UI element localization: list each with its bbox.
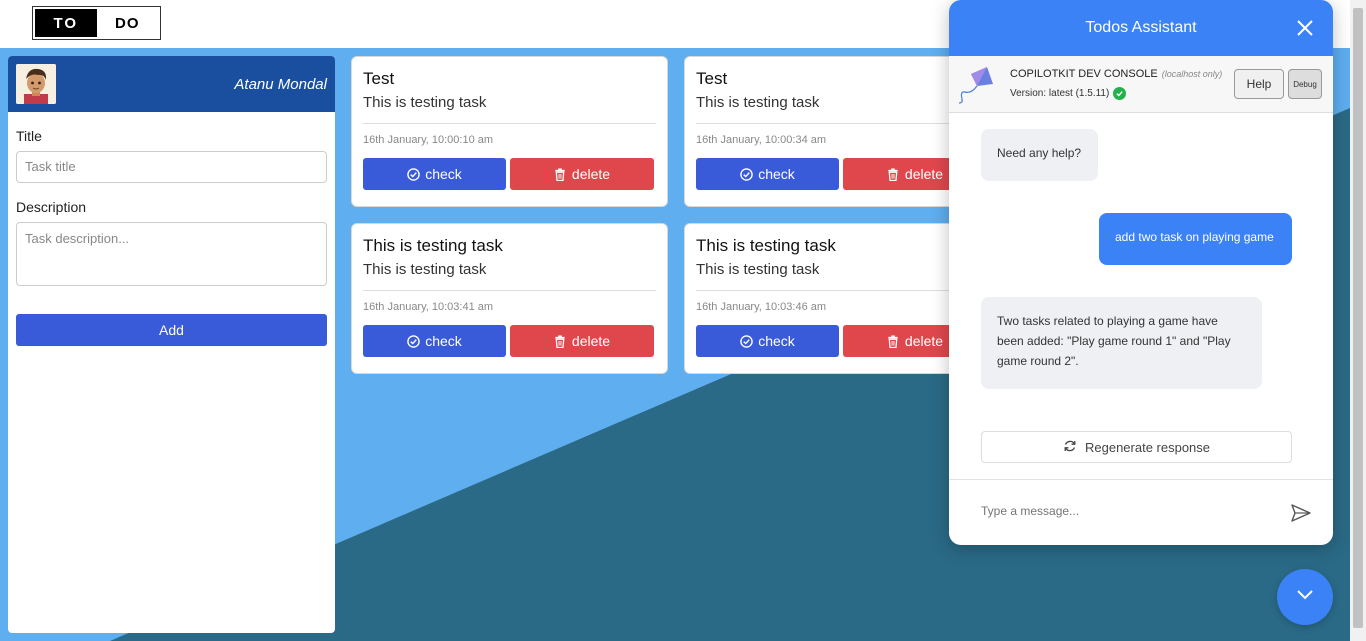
divider [363,123,656,124]
page-scrollbar[interactable] [1350,0,1366,641]
user-message: add two task on playing game [1099,213,1292,265]
trash-icon [887,334,900,348]
debug-button[interactable]: Debug [1288,69,1322,99]
task-title: Test [363,69,395,88]
task-timestamp: 16th January, 10:00:10 am [363,134,494,146]
task-title: This is testing task [363,236,503,255]
title-label: Title [16,128,42,144]
task-timestamp: 16th January, 10:00:34 am [696,134,827,146]
add-task-button[interactable]: Add [16,314,327,346]
task-timestamp: 16th January, 10:03:46 am [696,301,827,313]
check-circle-icon [740,167,753,181]
delete-label: delete [571,333,611,349]
task-card: This is testing task This is testing tas… [351,223,668,374]
chat-header: Todos Assistant [949,0,1333,56]
assistant-message: Two tasks related to playing a game have… [981,297,1262,389]
chat-message-input[interactable] [981,504,1271,518]
check-icon [1113,87,1127,100]
trash-icon [554,334,567,348]
chat-window: Todos Assistant COPILOTKIT DEV CONSOLE (l… [949,0,1333,545]
task-description: This is testing task [363,261,487,278]
refresh-icon [1063,439,1077,456]
task-title: This is testing task [696,236,836,255]
user-header: Atanu Mondal [8,56,335,112]
dev-console-label: COPILOTKIT DEV CONSOLE [1010,68,1158,80]
avatar [16,64,56,104]
dev-console-local: (localhost only) [1161,69,1223,79]
task-card: Test This is testing task 16th January, … [351,56,668,207]
check-label: check [758,166,795,182]
chat-title: Todos Assistant [1085,19,1197,36]
task-form: Title Task title Description Task descri… [8,128,335,346]
logo-to: TO [35,9,97,37]
task-title: Test [696,69,728,88]
help-button[interactable]: Help [1234,69,1284,99]
divider [696,123,989,124]
check-circle-icon [740,334,753,348]
kite-icon [957,64,995,104]
check-button[interactable]: check [363,158,506,190]
task-description: This is testing task [696,94,820,111]
add-task-panel: Atanu Mondal Title Task title Descriptio… [8,56,335,633]
app-logo[interactable]: TO DO [32,6,161,40]
user-name: Atanu Mondal [234,75,327,93]
description-label: Description [16,199,87,215]
delete-label: delete [571,166,611,182]
check-button[interactable]: check [363,325,506,357]
trash-icon [887,167,900,181]
check-button[interactable]: check [696,325,839,357]
divider [363,290,656,291]
chat-toggle-button[interactable] [1277,569,1333,625]
check-circle-icon [407,334,420,348]
task-description: This is testing task [696,261,820,278]
chat-input-bar [949,479,1333,545]
check-label: check [425,333,462,349]
task-title-input[interactable]: Task title [16,151,327,183]
delete-button[interactable]: delete [510,158,654,190]
dev-console-version: Version: latest (1.5.11) [1010,87,1127,100]
delete-button[interactable]: delete [510,325,654,357]
scrollbar-thumb[interactable] [1353,8,1363,628]
delete-label: delete [904,333,944,349]
dev-console-title: COPILOTKIT DEV CONSOLE (localhost only) [1010,68,1222,80]
version-label: Version: latest (1.5.11) [1010,88,1110,99]
chevron-down-icon [1295,588,1315,606]
logo-do: DO [115,14,140,32]
regenerate-label: Regenerate response [1084,439,1211,455]
dev-console-bar: COPILOTKIT DEV CONSOLE (localhost only) V… [949,56,1333,113]
check-circle-icon [407,167,420,181]
divider [696,290,989,291]
regenerate-button[interactable]: Regenerate response [981,431,1292,463]
assistant-message: Need any help? [981,129,1098,181]
check-label: check [425,166,462,182]
task-timestamp: 16th January, 10:03:41 am [363,301,494,313]
task-description: This is testing task [363,94,487,111]
trash-icon [554,167,567,181]
check-label: check [758,333,795,349]
delete-label: delete [904,166,944,182]
task-description-input[interactable]: Task description... [16,222,327,286]
close-icon[interactable] [1295,18,1315,38]
send-icon[interactable] [1290,502,1312,524]
check-button[interactable]: check [696,158,839,190]
